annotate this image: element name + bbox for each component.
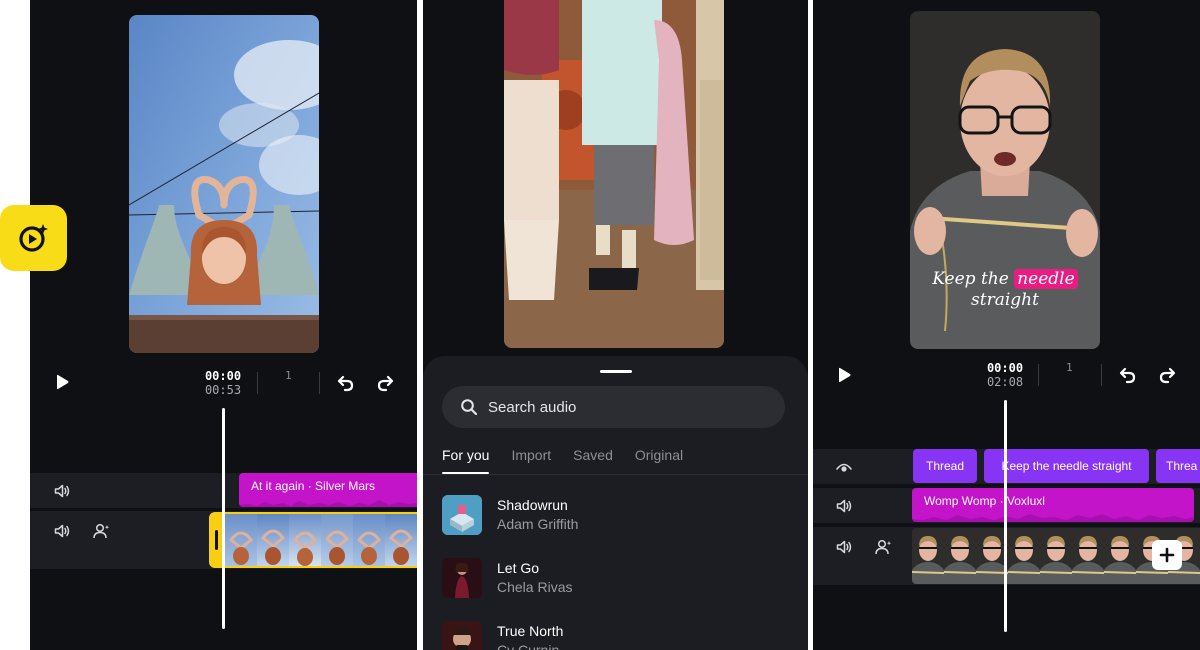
redo-button[interactable] [1155, 363, 1179, 387]
volume-icon [54, 484, 70, 498]
ruler-tick [1101, 364, 1102, 386]
tab-for-you[interactable]: For you [442, 446, 490, 474]
undo-icon [1119, 367, 1136, 384]
voiceover-icon [875, 539, 892, 555]
playhead[interactable] [1004, 400, 1007, 632]
song-artist: Adam Griffith [497, 516, 579, 532]
video-preview [129, 15, 319, 353]
eye-icon [836, 463, 852, 472]
current-time: 00:00 [204, 369, 242, 383]
ruler-tick [319, 372, 320, 394]
volume-icon [54, 524, 70, 538]
undo-button[interactable] [334, 371, 358, 395]
play-icon [57, 374, 69, 390]
ruler-tick [1038, 364, 1039, 386]
voiceover-button[interactable] [92, 521, 112, 541]
song-title: Shadowrun [497, 497, 568, 513]
track-volume-button[interactable] [52, 521, 72, 541]
total-time: 02:08 [986, 375, 1024, 389]
video-thumbnail [912, 528, 944, 584]
title-clip[interactable]: Keep the needle straight [984, 449, 1149, 483]
redo-button[interactable] [373, 371, 397, 395]
waveform [239, 500, 417, 507]
audio-tabs: For you Import Saved Original [442, 446, 705, 474]
song-item[interactable]: True North Cy Curnin [442, 620, 782, 650]
video-thumbnail [1008, 528, 1040, 584]
voiceover-button[interactable] [874, 537, 894, 557]
caption-highlight: needle [1014, 269, 1078, 289]
volume-icon [836, 540, 852, 554]
editor-left: 00:00 00:53 1 At it again · Silver Mars [30, 0, 417, 650]
redo-icon [1159, 367, 1176, 384]
song-item[interactable]: Let Go Chela Rivas [442, 557, 782, 599]
playhead[interactable] [222, 408, 225, 629]
track-volume-button[interactable] [834, 496, 854, 516]
caption-text-1: Keep the [932, 269, 1009, 289]
audio-clip-label: Womp Womp · Voxluxl [924, 494, 1045, 508]
editor-right: Keep the needle straight 00:00 02:08 1 T… [813, 0, 1200, 650]
play-button[interactable] [833, 364, 855, 386]
video-thumbnail [1072, 528, 1104, 584]
track-visibility-button[interactable] [834, 457, 854, 477]
ruler-tick [257, 372, 258, 394]
app-logo [0, 205, 67, 271]
title-clip[interactable]: Thread [913, 449, 977, 483]
video-thumbnail [225, 514, 257, 566]
album-art [442, 558, 482, 598]
title-clip[interactable]: Threa [1156, 449, 1200, 483]
song-artist: Cy Curnin [497, 642, 560, 650]
video-caption: Keep the needle straight [910, 269, 1100, 311]
search-input[interactable] [488, 398, 768, 416]
video-preview [504, 0, 724, 348]
track-volume-button[interactable] [834, 537, 854, 557]
undo-button[interactable] [1116, 363, 1140, 387]
video-thumbnail [944, 528, 976, 584]
waveform [912, 514, 1194, 522]
tab-divider [423, 474, 808, 475]
redo-icon [377, 375, 394, 392]
video-thumbnail [289, 514, 321, 566]
ruler-label: 1 [285, 369, 292, 382]
add-clip-button[interactable] [1152, 540, 1182, 570]
undo-icon [337, 375, 354, 392]
video-preview: Keep the needle straight [910, 11, 1100, 349]
search-icon [461, 399, 478, 416]
play-sparkle-icon [18, 224, 48, 252]
video-thumbnail [321, 514, 353, 566]
volume-icon [836, 499, 852, 513]
play-button[interactable] [51, 371, 73, 393]
current-time: 00:00 [986, 361, 1024, 375]
song-item[interactable]: Shadowrun Adam Griffith [442, 494, 782, 536]
audio-clip[interactable]: At it again · Silver Mars [239, 473, 417, 507]
total-time: 00:53 [204, 383, 242, 397]
tab-saved[interactable]: Saved [573, 446, 613, 474]
song-artist: Chela Rivas [497, 579, 573, 595]
video-thumbnail [257, 514, 289, 566]
video-thumbnail [385, 514, 417, 566]
audio-clip-label: At it again · Silver Mars [251, 479, 376, 493]
video-thumbnail [353, 514, 385, 566]
play-icon [839, 367, 851, 383]
song-title: True North [497, 623, 564, 639]
ruler-label: 1 [1066, 361, 1073, 374]
video-clip-strip[interactable] [225, 512, 417, 568]
sheet-drag-handle[interactable] [599, 370, 632, 373]
tab-import[interactable]: Import [511, 446, 551, 474]
song-title: Let Go [497, 560, 540, 576]
audio-picker-sheet: For you Import Saved Original Shadowrun … [423, 356, 808, 650]
audio-clip[interactable]: Womp Womp · Voxluxl [912, 488, 1194, 522]
album-art [442, 495, 482, 535]
voiceover-icon [93, 523, 110, 539]
tab-original[interactable]: Original [635, 446, 683, 474]
video-thumbnail [1104, 528, 1136, 584]
caption-text-2: straight [971, 290, 1039, 310]
video-thumbnail [1040, 528, 1072, 584]
plus-icon [1159, 547, 1175, 563]
album-art [442, 621, 482, 650]
audio-search-bar[interactable] [442, 386, 785, 428]
audio-picker-screen: For you Import Saved Original Shadowrun … [423, 0, 808, 650]
track-volume-button[interactable] [52, 481, 72, 501]
app-showcase: 00:00 00:53 1 At it again · Silver Mars [0, 0, 1200, 650]
